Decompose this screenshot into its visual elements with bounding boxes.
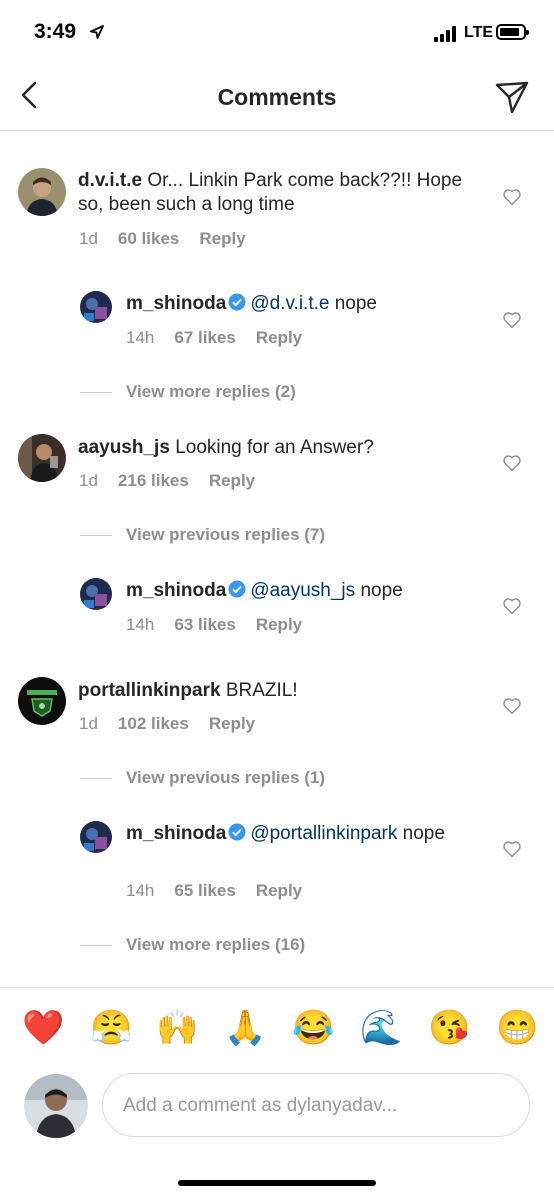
heart-like-icon[interactable]	[502, 840, 522, 858]
likes-count[interactable]: 216 likes	[118, 471, 189, 490]
avatar-d-v-i-t-e[interactable]	[18, 168, 66, 216]
emoji-red-heart-button[interactable]: ❤️	[22, 1008, 64, 1048]
emoji-raising-hands-button[interactable]: 🙌	[156, 1008, 198, 1048]
emoji-blowing-kiss-button[interactable]: 😘	[428, 1008, 470, 1048]
navigation-bar: Comments	[0, 64, 554, 131]
emoji-folded-hands-button[interactable]: 🙏	[224, 1008, 266, 1048]
heart-like-icon[interactable]	[502, 697, 522, 715]
reply-meta: 14h 63 likes Reply	[126, 615, 303, 634]
signal-icon	[434, 26, 460, 42]
mention-link[interactable]: @aayush_js	[250, 580, 355, 601]
avatar-portallinkinpark[interactable]	[18, 677, 66, 725]
home-indicator	[178, 1180, 376, 1186]
status-bar: 3:49 LTE	[0, 0, 554, 64]
comment-composer[interactable]	[102, 1073, 530, 1137]
reply-meta: 14h 67 likes Reply	[126, 328, 303, 347]
network-type: LTE	[464, 24, 494, 41]
avatar-m-shinoda[interactable]	[80, 578, 112, 610]
comment-input[interactable]	[121, 1088, 505, 1124]
view-more-replies-link[interactable]: View more replies (16)	[80, 935, 305, 955]
direct-send-icon[interactable]	[494, 79, 530, 115]
composer-divider	[0, 987, 554, 988]
mention-link[interactable]: @d.v.i.t.e	[250, 293, 329, 314]
location-arrow-icon	[90, 25, 104, 39]
likes-count[interactable]: 65 likes	[174, 881, 235, 900]
view-previous-replies-link[interactable]: View previous replies (7)	[80, 525, 325, 545]
current-user-avatar	[24, 1074, 88, 1138]
likes-count[interactable]: 60 likes	[118, 229, 179, 248]
view-previous-replies-link[interactable]: View previous replies (1)	[80, 768, 325, 788]
avatar-aayush-js[interactable]	[18, 434, 66, 482]
heart-like-icon[interactable]	[502, 188, 522, 206]
likes-count[interactable]: 102 likes	[118, 714, 189, 733]
emoji-steam-nose-button[interactable]: 😤	[90, 1008, 132, 1048]
heart-like-icon[interactable]	[502, 454, 522, 472]
comment-text: portallinkinpark BRAZIL!	[78, 680, 298, 701]
reply-text: m_shinoda @portallinkinpark nope	[126, 823, 445, 844]
status-time: 3:49	[34, 20, 77, 43]
reply-button[interactable]: Reply	[256, 881, 302, 900]
reply-button[interactable]: Reply	[199, 229, 245, 248]
reply-username[interactable]: m_shinoda	[126, 293, 226, 314]
avatar-m-shinoda[interactable]	[80, 821, 112, 853]
comment-username[interactable]: aayush_js	[78, 437, 170, 458]
verified-badge-icon	[228, 293, 246, 311]
likes-count[interactable]: 67 likes	[174, 328, 235, 347]
reply-username[interactable]: m_shinoda	[126, 823, 226, 844]
mention-link[interactable]: @portallinkinpark	[250, 823, 397, 844]
likes-count[interactable]: 63 likes	[174, 615, 235, 634]
reply-username[interactable]: m_shinoda	[126, 580, 226, 601]
comment-meta: 1d 216 likes Reply	[79, 471, 256, 490]
heart-like-icon[interactable]	[502, 311, 522, 329]
verified-badge-icon	[228, 823, 246, 841]
comment-username[interactable]: portallinkinpark	[78, 680, 221, 701]
reply-button[interactable]: Reply	[256, 615, 302, 634]
avatar-m-shinoda[interactable]	[80, 291, 112, 323]
emoji-grinning-button[interactable]: 😁	[496, 1008, 538, 1048]
reply-text: m_shinoda @d.v.i.t.e nope	[126, 293, 378, 314]
comment-username[interactable]: d.v.i.t.e	[78, 170, 142, 191]
comment-text: aayush_js Looking for an Answer?	[78, 437, 374, 458]
verified-badge-icon	[228, 580, 246, 598]
comment-text: d.v.i.t.e Or... Linkin Park come back??!…	[78, 170, 463, 215]
emoji-tears-of-joy-button[interactable]: 😂	[292, 1008, 334, 1048]
reply-meta: 14h 65 likes Reply	[126, 881, 303, 900]
reply-button[interactable]: Reply	[256, 328, 302, 347]
reply-text: m_shinoda @aayush_js nope	[126, 580, 403, 601]
comment-meta: 1d 102 likes Reply	[79, 714, 256, 733]
comment-meta: 1d 60 likes Reply	[79, 229, 246, 248]
page-title: Comments	[217, 84, 337, 110]
battery-icon	[496, 24, 529, 40]
reply-button[interactable]: Reply	[209, 471, 255, 490]
heart-like-icon[interactable]	[502, 597, 522, 615]
emoji-wave-button[interactable]: 🌊	[360, 1008, 402, 1048]
view-more-replies-link[interactable]: View more replies (2)	[80, 382, 296, 402]
reply-button[interactable]: Reply	[209, 714, 255, 733]
